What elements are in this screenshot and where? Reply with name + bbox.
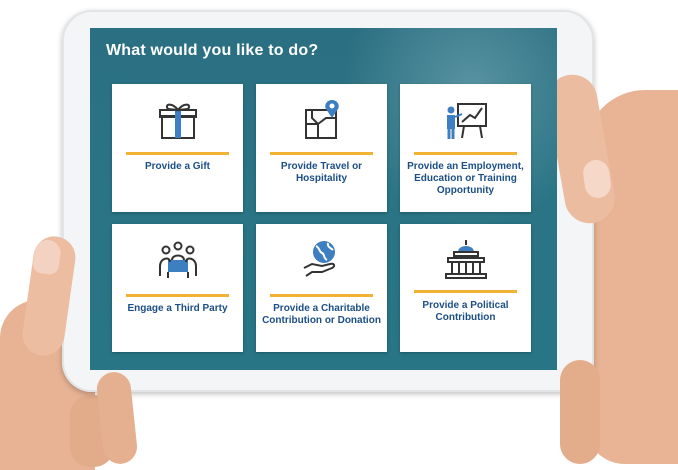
gift-icon (112, 98, 243, 142)
card-label: Provide a Political Contribution (422, 300, 509, 323)
globe-hand-icon (256, 238, 387, 282)
card-label: Engage a Third Party (127, 303, 228, 314)
card-accent-bar (270, 294, 373, 297)
card-provide-travel[interactable]: Provide Travel or Hospitality (256, 84, 387, 212)
card-accent-bar (126, 294, 229, 297)
card-accent-bar (126, 152, 229, 155)
card-label: Provide a Gift (144, 161, 210, 172)
card-label: Provide a Charitable Contribution or Don… (262, 303, 381, 326)
presentation-icon (400, 98, 531, 142)
card-provide-employment[interactable]: Provide an Employment, Education or Trai… (400, 84, 531, 212)
meeting-icon (112, 238, 243, 282)
card-accent-bar (270, 152, 373, 155)
capitol-icon (400, 238, 531, 282)
map-pin-icon (256, 98, 387, 142)
card-engage-third-party[interactable]: Engage a Third Party (112, 224, 243, 352)
card-political-contribution[interactable]: Provide a Political Contribution (400, 224, 531, 352)
card-label: Provide an Employment, Education or Trai… (407, 161, 524, 196)
right-hand-finger (560, 360, 600, 464)
card-accent-bar (414, 152, 517, 155)
card-accent-bar (414, 290, 517, 293)
tablet-screen: What would you like to do? Provide a Gif… (90, 28, 557, 370)
card-label: Provide Travel or Hospitality (280, 161, 363, 184)
card-charitable-contribution[interactable]: Provide a Charitable Contribution or Don… (256, 224, 387, 352)
page-title: What would you like to do? (106, 42, 319, 59)
card-provide-gift[interactable]: Provide a Gift (112, 84, 243, 212)
